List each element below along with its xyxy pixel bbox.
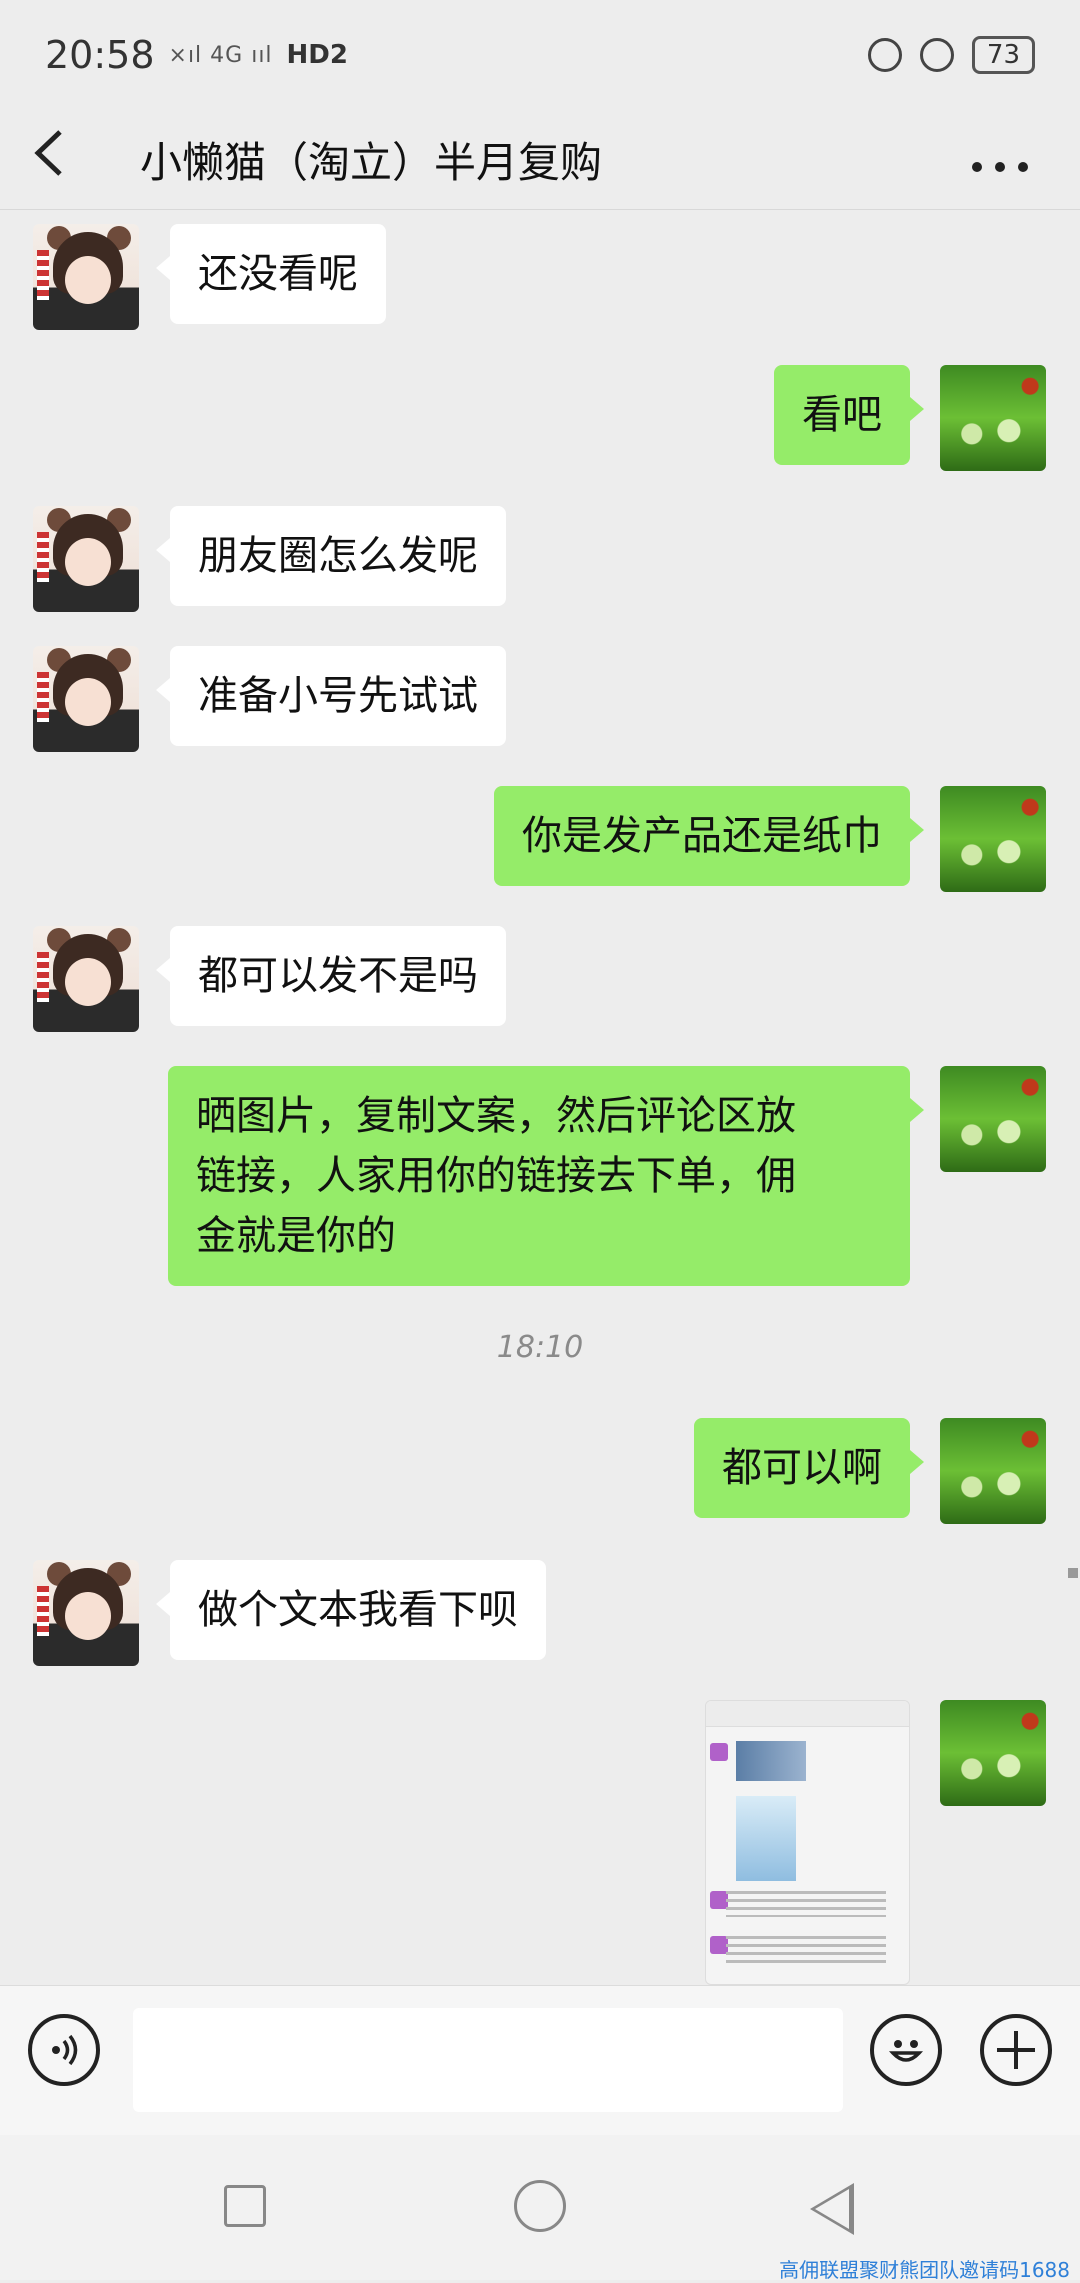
message-input[interactable] — [133, 2008, 843, 2112]
message-bubble-outgoing[interactable]: 都可以啊 — [694, 1418, 924, 1518]
image-message-thumbnail[interactable] — [705, 1700, 910, 1985]
nav-back-button[interactable] — [810, 2183, 854, 2235]
message-bubble-outgoing[interactable]: 看吧 — [774, 365, 924, 465]
message-timestamp: 18:10 — [496, 1330, 584, 1365]
lock-rotation-icon — [867, 38, 902, 72]
battery-icon: 73 — [971, 36, 1035, 74]
home-button[interactable] — [514, 2180, 566, 2232]
voice-icon — [52, 2034, 78, 2066]
emoji-icon — [888, 2040, 924, 2062]
message-bubble-outgoing[interactable]: 你是发产品还是纸巾 — [494, 786, 924, 886]
message-bubble-incoming[interactable]: 还没看呢 — [156, 224, 386, 324]
alarm-icon — [919, 38, 954, 72]
message-bubble-incoming[interactable]: 朋友圈怎么发呢 — [156, 506, 506, 606]
plus-button[interactable] — [980, 2014, 1052, 2086]
contact-avatar[interactable] — [33, 224, 139, 330]
more-button[interactable] — [970, 134, 1050, 185]
self-avatar[interactable] — [940, 1700, 1046, 1806]
chat-title: 小懒猫（淘立）半月复购 — [140, 138, 603, 187]
input-bar — [0, 1985, 1080, 2135]
self-avatar[interactable] — [940, 365, 1046, 471]
recents-button[interactable] — [224, 2185, 266, 2227]
voice-button[interactable] — [28, 2014, 100, 2086]
self-avatar[interactable] — [940, 786, 1046, 892]
chevron-left-icon — [34, 130, 62, 176]
contact-avatar[interactable] — [33, 506, 139, 612]
contact-avatar[interactable] — [33, 646, 139, 752]
contact-avatar[interactable] — [33, 926, 139, 1032]
signal-icon: ×ıl 4G ııl — [168, 42, 273, 68]
message-list[interactable]: 还没看呢 看吧 朋友圈怎么发呢 准备小号先试试 你是发产品还是纸巾 都可以发不是… — [0, 210, 1080, 1985]
self-avatar[interactable] — [940, 1066, 1046, 1172]
status-time: 20:58 — [45, 33, 155, 77]
hd-icon: HD2 — [286, 40, 348, 70]
contact-avatar[interactable] — [33, 1560, 139, 1666]
message-bubble-incoming[interactable]: 准备小号先试试 — [156, 646, 506, 746]
message-bubble-outgoing[interactable]: 晒图片，复制文案，然后评论区放 链接，人家用你的链接去下单，佣 金就是你的 — [168, 1066, 924, 1286]
scroll-indicator — [1068, 1568, 1078, 1578]
self-avatar[interactable] — [940, 1418, 1046, 1524]
plus-icon — [997, 2031, 1035, 2069]
message-bubble-incoming[interactable]: 都可以发不是吗 — [156, 926, 506, 1026]
watermark-text: 高佣联盟聚财熊团队邀请码1688 — [779, 2258, 1070, 2282]
status-bar: 20:58 ×ıl 4G ııl HD2 73 — [0, 0, 1080, 110]
message-bubble-incoming[interactable]: 做个文本我看下呗 — [156, 1560, 546, 1660]
back-button[interactable] — [30, 126, 90, 193]
more-dots-icon — [972, 162, 1028, 172]
chat-header: 小懒猫（淘立）半月复购 — [0, 110, 1080, 210]
emoji-button[interactable] — [870, 2014, 942, 2086]
